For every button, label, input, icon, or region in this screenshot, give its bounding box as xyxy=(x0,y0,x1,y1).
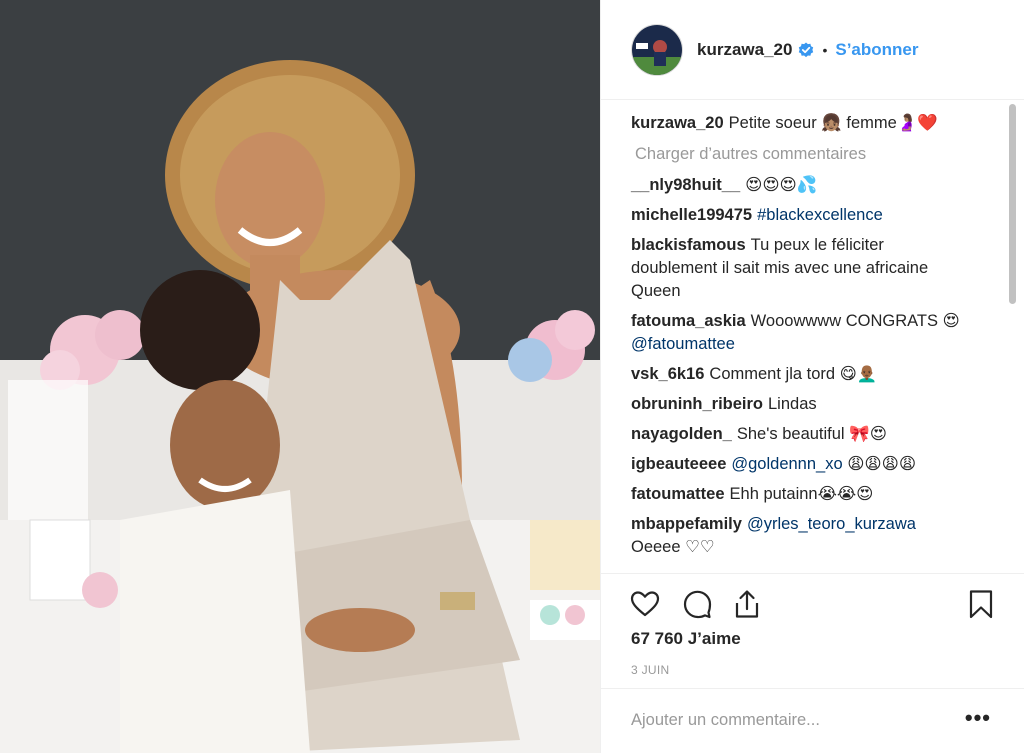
action-bar: 67 760 J’aime 3 JUIN xyxy=(601,573,1024,688)
heart-icon[interactable] xyxy=(629,588,661,620)
comment-text: Ehh putainn😭😭😍 xyxy=(729,485,874,503)
comment-username[interactable]: mbappefamily xyxy=(631,515,742,533)
comment-username[interactable]: igbeauteeee xyxy=(631,455,726,473)
comment-username[interactable]: michelle199475 xyxy=(631,206,752,224)
comment-item: fatouma_askia Wooowwww CONGRATS 😍 @fatoum… xyxy=(631,310,971,356)
comment-mention[interactable]: @fatoumattee xyxy=(631,335,735,353)
post-date: 3 JUIN xyxy=(631,663,670,677)
comment-text: Wooowwww CONGRATS 😍 xyxy=(750,312,960,330)
post-header: kurzawa_20 • S’abonner xyxy=(601,0,1024,100)
follow-button[interactable]: S’abonner xyxy=(835,40,918,60)
comment-item: vsk_6k16 Comment jla tord 😋👨🏾‍🦲 xyxy=(631,363,971,386)
comment-text: Comment jla tord 😋👨🏾‍🦲 xyxy=(709,365,878,383)
separator-dot: • xyxy=(822,42,828,58)
comment-item: mbappefamily @yrles_teoro_kurzawa Oeeee ♡… xyxy=(631,513,971,559)
photo-illustration xyxy=(0,0,600,753)
comment-text: She's beautiful 🎀😍 xyxy=(736,425,887,443)
comment-text: 😍😍😍💦 xyxy=(745,176,818,194)
comments-scrollbar[interactable] xyxy=(1009,104,1016,304)
more-options-icon[interactable]: ••• xyxy=(965,705,991,731)
comment-username[interactable]: nayagolden_ xyxy=(631,425,732,443)
comment-item: fatoumattee Ehh putainn😭😭😍 xyxy=(631,483,971,506)
comment-mention[interactable]: @goldennn_xo xyxy=(731,455,842,473)
comment-mention[interactable]: @yrles_teoro_kurzawa xyxy=(747,515,916,533)
comment-username[interactable]: fatoumattee xyxy=(631,485,725,503)
comment-username[interactable]: blackisfamous xyxy=(631,236,746,254)
like-count[interactable]: 67 760 J’aime xyxy=(631,629,741,649)
comment-icon[interactable] xyxy=(681,588,713,620)
comment-username[interactable]: __nly98huit__ xyxy=(631,176,740,194)
header-user: kurzawa_20 • S’abonner xyxy=(697,40,918,60)
username[interactable]: kurzawa_20 xyxy=(697,40,792,60)
comment-username[interactable]: vsk_6k16 xyxy=(631,365,704,383)
comment-item: igbeauteeee @goldennn_xo 😩😩😩😩 xyxy=(631,453,971,476)
comment-item: michelle199475 #blackexcellence xyxy=(631,204,971,227)
comment-item: __nly98huit__ 😍😍😍💦 xyxy=(631,174,971,197)
caption-text: Petite soeur 👧🏽 femme🤰🏽❤️ xyxy=(728,114,938,132)
verified-badge-icon xyxy=(799,42,814,58)
comment-item: obruninh_ribeiro Lindas xyxy=(631,393,971,416)
caption: kurzawa_20 Petite soeur 👧🏽 femme🤰🏽❤️ xyxy=(631,112,971,135)
add-comment-bar: Ajouter un commentaire... ••• xyxy=(601,688,1024,753)
add-comment-input[interactable]: Ajouter un commentaire... xyxy=(631,711,820,730)
caption-username[interactable]: kurzawa_20 xyxy=(631,114,724,132)
share-icon[interactable] xyxy=(731,588,763,620)
comment-text: 😩😩😩😩 xyxy=(847,455,917,473)
comment-text: Oeeee ♡♡ xyxy=(631,538,715,556)
comment-username[interactable]: obruninh_ribeiro xyxy=(631,395,763,413)
comment-hashtag[interactable]: #blackexcellence xyxy=(757,206,883,224)
avatar[interactable] xyxy=(631,24,683,76)
comment-username[interactable]: fatouma_askia xyxy=(631,312,746,330)
comment-list: kurzawa_20 Petite soeur 👧🏽 femme🤰🏽❤️ Char… xyxy=(631,112,971,566)
post-photo[interactable] xyxy=(0,0,600,753)
post-side-panel: kurzawa_20 • S’abonner kurzawa_20 Petite … xyxy=(600,0,1024,753)
bookmark-icon[interactable] xyxy=(965,588,997,620)
comment-item: blackisfamous Tu peux le féliciter double… xyxy=(631,234,971,303)
comment-item: nayagolden_ She's beautiful 🎀😍 xyxy=(631,423,971,446)
instagram-post: kurzawa_20 • S’abonner kurzawa_20 Petite … xyxy=(0,0,1024,753)
load-more-comments-button[interactable]: Charger d’autres commentaires xyxy=(635,143,971,166)
comment-text: Lindas xyxy=(768,395,817,413)
